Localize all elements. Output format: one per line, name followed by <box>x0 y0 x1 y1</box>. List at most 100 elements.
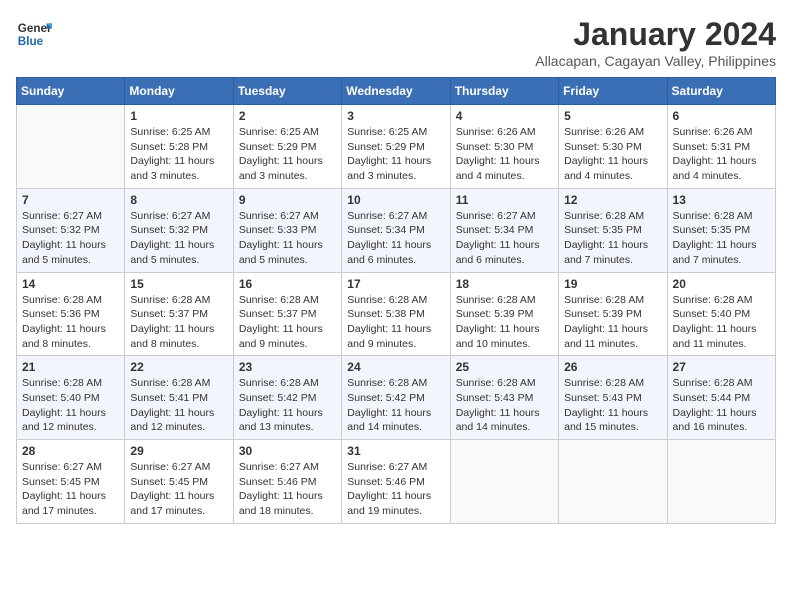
day-info: Sunrise: 6:27 AM Sunset: 5:34 PM Dayligh… <box>456 209 553 268</box>
calendar-cell: 27 Sunrise: 6:28 AM Sunset: 5:44 PM Dayli… <box>667 356 775 440</box>
day-number: 13 <box>673 193 770 207</box>
calendar-cell: 25 Sunrise: 6:28 AM Sunset: 5:43 PM Dayli… <box>450 356 558 440</box>
day-info: Sunrise: 6:25 AM Sunset: 5:29 PM Dayligh… <box>239 125 336 184</box>
column-header-saturday: Saturday <box>667 78 775 105</box>
calendar-week-row: 28 Sunrise: 6:27 AM Sunset: 5:45 PM Dayli… <box>17 440 776 524</box>
day-info: Sunrise: 6:28 AM Sunset: 5:37 PM Dayligh… <box>239 293 336 352</box>
day-number: 10 <box>347 193 444 207</box>
calendar-cell: 4Sunrise: 6:26 AM Sunset: 5:30 PM Daylig… <box>450 105 558 189</box>
calendar-cell <box>667 440 775 524</box>
calendar-cell: 12Sunrise: 6:28 AM Sunset: 5:35 PM Dayli… <box>559 188 667 272</box>
day-info: Sunrise: 6:27 AM Sunset: 5:46 PM Dayligh… <box>239 460 336 519</box>
day-info: Sunrise: 6:25 AM Sunset: 5:28 PM Dayligh… <box>130 125 227 184</box>
day-info: Sunrise: 6:27 AM Sunset: 5:34 PM Dayligh… <box>347 209 444 268</box>
calendar-cell: 30 Sunrise: 6:27 AM Sunset: 5:46 PM Dayli… <box>233 440 341 524</box>
calendar-cell: 13 Sunrise: 6:28 AM Sunset: 5:35 PM Dayli… <box>667 188 775 272</box>
calendar-cell: 26 Sunrise: 6:28 AM Sunset: 5:43 PM Dayli… <box>559 356 667 440</box>
calendar-week-row: 1 Sunrise: 6:25 AM Sunset: 5:28 PM Daylig… <box>17 105 776 189</box>
day-info: Sunrise: 6:28 AM Sunset: 5:43 PM Dayligh… <box>456 376 553 435</box>
day-info: Sunrise: 6:26 AM Sunset: 5:30 PM Dayligh… <box>456 125 553 184</box>
day-number: 21 <box>22 360 119 374</box>
calendar-cell: 28Sunrise: 6:27 AM Sunset: 5:45 PM Dayli… <box>17 440 125 524</box>
column-header-sunday: Sunday <box>17 78 125 105</box>
day-number: 16 <box>239 277 336 291</box>
calendar-cell: 7 Sunrise: 6:27 AM Sunset: 5:32 PM Daylig… <box>17 188 125 272</box>
day-number: 18 <box>456 277 553 291</box>
day-info: Sunrise: 6:26 AM Sunset: 5:30 PM Dayligh… <box>564 125 661 184</box>
calendar-cell: 9 Sunrise: 6:27 AM Sunset: 5:33 PM Daylig… <box>233 188 341 272</box>
day-number: 20 <box>673 277 770 291</box>
day-info: Sunrise: 6:28 AM Sunset: 5:40 PM Dayligh… <box>673 293 770 352</box>
day-number: 2 <box>239 109 336 123</box>
day-number: 9 <box>239 193 336 207</box>
calendar-table: SundayMondayTuesdayWednesdayThursdayFrid… <box>16 77 776 524</box>
calendar-cell: 1 Sunrise: 6:25 AM Sunset: 5:28 PM Daylig… <box>125 105 233 189</box>
calendar-cell: 17 Sunrise: 6:28 AM Sunset: 5:38 PM Dayli… <box>342 272 450 356</box>
day-number: 24 <box>347 360 444 374</box>
day-info: Sunrise: 6:28 AM Sunset: 5:38 PM Dayligh… <box>347 293 444 352</box>
location-subtitle: Allacapan, Cagayan Valley, Philippines <box>535 53 776 69</box>
day-number: 7 <box>22 193 119 207</box>
calendar-cell: 10 Sunrise: 6:27 AM Sunset: 5:34 PM Dayli… <box>342 188 450 272</box>
title-block: January 2024 Allacapan, Cagayan Valley, … <box>535 16 776 69</box>
day-info: Sunrise: 6:28 AM Sunset: 5:39 PM Dayligh… <box>564 293 661 352</box>
logo-icon: General Blue <box>16 16 52 52</box>
calendar-cell: 24Sunrise: 6:28 AM Sunset: 5:42 PM Dayli… <box>342 356 450 440</box>
day-number: 15 <box>130 277 227 291</box>
day-number: 28 <box>22 444 119 458</box>
month-title: January 2024 <box>535 16 776 53</box>
day-number: 19 <box>564 277 661 291</box>
calendar-header-row: SundayMondayTuesdayWednesdayThursdayFrid… <box>17 78 776 105</box>
column-header-monday: Monday <box>125 78 233 105</box>
day-info: Sunrise: 6:28 AM Sunset: 5:37 PM Dayligh… <box>130 293 227 352</box>
day-number: 22 <box>130 360 227 374</box>
day-number: 30 <box>239 444 336 458</box>
day-number: 1 <box>130 109 227 123</box>
calendar-cell: 22Sunrise: 6:28 AM Sunset: 5:41 PM Dayli… <box>125 356 233 440</box>
day-number: 14 <box>22 277 119 291</box>
page-header: General Blue January 2024 Allacapan, Cag… <box>16 16 776 69</box>
day-number: 11 <box>456 193 553 207</box>
calendar-cell <box>559 440 667 524</box>
day-number: 12 <box>564 193 661 207</box>
day-info: Sunrise: 6:27 AM Sunset: 5:32 PM Dayligh… <box>130 209 227 268</box>
calendar-cell <box>17 105 125 189</box>
calendar-cell: 5Sunrise: 6:26 AM Sunset: 5:30 PM Daylig… <box>559 105 667 189</box>
day-info: Sunrise: 6:28 AM Sunset: 5:39 PM Dayligh… <box>456 293 553 352</box>
column-header-friday: Friday <box>559 78 667 105</box>
calendar-cell: 8 Sunrise: 6:27 AM Sunset: 5:32 PM Daylig… <box>125 188 233 272</box>
day-info: Sunrise: 6:28 AM Sunset: 5:35 PM Dayligh… <box>673 209 770 268</box>
calendar-cell: 11 Sunrise: 6:27 AM Sunset: 5:34 PM Dayli… <box>450 188 558 272</box>
day-info: Sunrise: 6:28 AM Sunset: 5:44 PM Dayligh… <box>673 376 770 435</box>
logo: General Blue <box>16 16 52 52</box>
svg-text:Blue: Blue <box>18 35 44 48</box>
calendar-cell: 20 Sunrise: 6:28 AM Sunset: 5:40 PM Dayli… <box>667 272 775 356</box>
calendar-cell: 2 Sunrise: 6:25 AM Sunset: 5:29 PM Daylig… <box>233 105 341 189</box>
day-info: Sunrise: 6:27 AM Sunset: 5:33 PM Dayligh… <box>239 209 336 268</box>
calendar-cell: 21 Sunrise: 6:28 AM Sunset: 5:40 PM Dayli… <box>17 356 125 440</box>
day-number: 27 <box>673 360 770 374</box>
day-info: Sunrise: 6:28 AM Sunset: 5:43 PM Dayligh… <box>564 376 661 435</box>
day-info: Sunrise: 6:26 AM Sunset: 5:31 PM Dayligh… <box>673 125 770 184</box>
day-number: 23 <box>239 360 336 374</box>
day-number: 25 <box>456 360 553 374</box>
calendar-cell: 29 Sunrise: 6:27 AM Sunset: 5:45 PM Dayli… <box>125 440 233 524</box>
day-number: 31 <box>347 444 444 458</box>
day-number: 17 <box>347 277 444 291</box>
day-number: 8 <box>130 193 227 207</box>
day-info: Sunrise: 6:28 AM Sunset: 5:40 PM Dayligh… <box>22 376 119 435</box>
calendar-cell: 31Sunrise: 6:27 AM Sunset: 5:46 PM Dayli… <box>342 440 450 524</box>
calendar-week-row: 14Sunrise: 6:28 AM Sunset: 5:36 PM Dayli… <box>17 272 776 356</box>
day-info: Sunrise: 6:27 AM Sunset: 5:32 PM Dayligh… <box>22 209 119 268</box>
day-info: Sunrise: 6:28 AM Sunset: 5:42 PM Dayligh… <box>239 376 336 435</box>
calendar-cell: 23 Sunrise: 6:28 AM Sunset: 5:42 PM Dayli… <box>233 356 341 440</box>
day-number: 29 <box>130 444 227 458</box>
calendar-week-row: 7 Sunrise: 6:27 AM Sunset: 5:32 PM Daylig… <box>17 188 776 272</box>
calendar-cell: 15 Sunrise: 6:28 AM Sunset: 5:37 PM Dayli… <box>125 272 233 356</box>
day-number: 26 <box>564 360 661 374</box>
column-header-tuesday: Tuesday <box>233 78 341 105</box>
day-number: 3 <box>347 109 444 123</box>
column-header-wednesday: Wednesday <box>342 78 450 105</box>
column-header-thursday: Thursday <box>450 78 558 105</box>
day-info: Sunrise: 6:27 AM Sunset: 5:45 PM Dayligh… <box>130 460 227 519</box>
